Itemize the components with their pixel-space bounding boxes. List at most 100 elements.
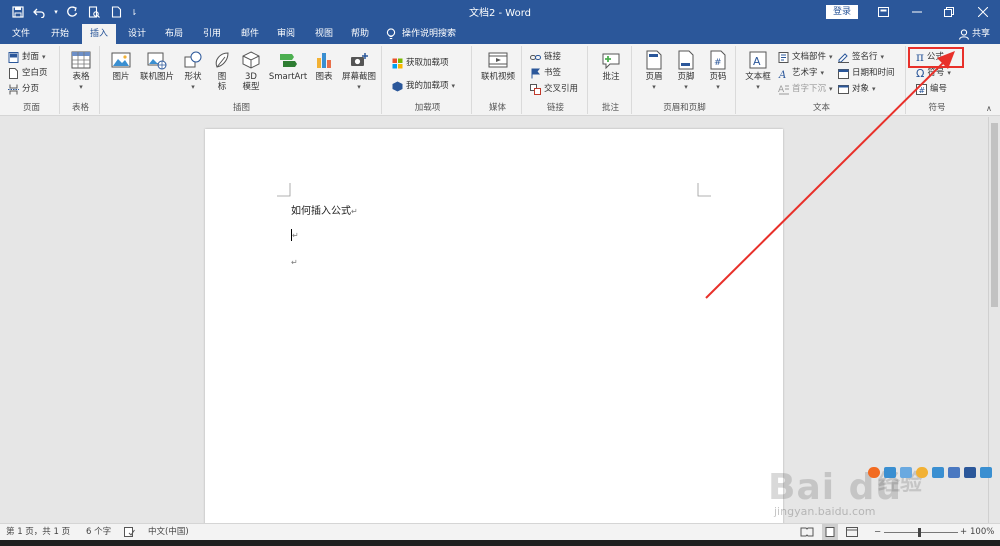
shapes-button[interactable]: 形状 ▾: [180, 48, 206, 92]
tab-insert[interactable]: 插入: [82, 24, 116, 44]
symbol-button[interactable]: Ω 符号 ▾: [916, 66, 951, 81]
minimize-icon[interactable]: [900, 0, 934, 24]
icons-button[interactable]: 图标: [210, 48, 234, 92]
login-button[interactable]: 登录: [826, 5, 858, 19]
numbering-button[interactable]: # 编号: [916, 82, 947, 97]
link-button[interactable]: 链接: [530, 50, 561, 65]
page-break-button[interactable]: 分页: [8, 82, 39, 97]
print-preview-icon[interactable]: [84, 2, 104, 22]
cross-reference-icon: [530, 84, 541, 95]
tab-references[interactable]: 引用: [194, 24, 230, 44]
undo-dropdown-icon[interactable]: ▾: [52, 2, 60, 22]
read-mode-icon[interactable]: [800, 524, 814, 541]
keyboard-icon[interactable]: [948, 466, 960, 478]
scrollbar-thumb[interactable]: [991, 123, 998, 307]
footer-button[interactable]: 页脚 ▾: [672, 48, 700, 92]
proofing-icon[interactable]: [124, 524, 135, 541]
ribbon-display-options-icon[interactable]: [866, 0, 900, 24]
header-button[interactable]: 页眉 ▾: [640, 48, 668, 92]
zoom-slider-thumb[interactable]: [918, 528, 921, 537]
save-icon[interactable]: [8, 2, 28, 22]
close-icon[interactable]: [966, 0, 1000, 24]
web-layout-icon[interactable]: [846, 524, 858, 541]
word-count[interactable]: 6 个字: [86, 524, 111, 541]
online-video-button[interactable]: 联机视频: [478, 48, 518, 82]
get-addins-button[interactable]: 获取加载项: [392, 56, 449, 71]
group-text: A 文本框 ▾ 文档部件 ▾ A 艺术字 ▾ A 首字下沉 ▾ 签名行 ▾ 日期和时间 对…: [738, 46, 906, 114]
new-document-icon[interactable]: [106, 2, 126, 22]
zoom-level[interactable]: 100%: [970, 524, 994, 541]
quick-parts-button[interactable]: 文档部件 ▾: [778, 50, 833, 65]
footer-icon: [676, 50, 696, 70]
vertical-scrollbar[interactable]: [988, 117, 1000, 523]
tab-help[interactable]: 帮助: [342, 24, 378, 44]
restore-icon[interactable]: [932, 0, 966, 24]
text-box-button[interactable]: A 文本框 ▾: [742, 48, 774, 92]
group-label-addins: 加载项: [414, 103, 441, 113]
empty-line[interactable]: ↵: [291, 257, 298, 268]
tab-design[interactable]: 设计: [120, 24, 154, 44]
3d-models-button[interactable]: 3D 模型: [238, 48, 264, 92]
drop-cap-button[interactable]: A 首字下沉 ▾: [778, 82, 833, 97]
tab-review[interactable]: 审阅: [268, 24, 304, 44]
group-media: 联机视频 媒体: [474, 46, 522, 114]
chinese-mode-icon[interactable]: [884, 466, 896, 478]
zoom-out-button[interactable]: −: [874, 524, 881, 541]
redo-icon[interactable]: [62, 2, 82, 22]
calendar-icon: [838, 68, 849, 79]
cursor-line[interactable]: ↵: [291, 229, 299, 241]
quick-parts-icon: [778, 52, 789, 63]
zoom-in-button[interactable]: +: [960, 524, 967, 541]
object-button[interactable]: 对象 ▾: [838, 82, 876, 97]
collapse-ribbon-icon[interactable]: ∧: [986, 104, 992, 113]
language-indicator[interactable]: 中文(中国): [148, 524, 189, 541]
bookmark-button[interactable]: 书签: [530, 66, 561, 81]
header-icon: [644, 50, 664, 70]
zoom-slider[interactable]: [884, 524, 958, 541]
status-bar: 第 1 页，共 1 页 6 个字 中文(中国) − + 100%: [0, 523, 1000, 541]
svg-text:#: #: [714, 58, 722, 68]
lightbulb-icon: [386, 28, 396, 40]
sogou-icon[interactable]: [868, 466, 880, 478]
share-button[interactable]: 共享: [958, 24, 990, 44]
smartart-icon: [278, 50, 298, 70]
blank-page-button[interactable]: 空白页: [8, 66, 48, 81]
cross-reference-button[interactable]: 交叉引用: [530, 82, 578, 97]
tab-file[interactable]: 文件: [4, 24, 38, 44]
video-icon: [488, 50, 508, 70]
page-number-button[interactable]: # 页码 ▾: [704, 48, 732, 92]
online-pictures-button[interactable]: 联机图片: [138, 48, 176, 82]
punctuation-icon[interactable]: [900, 466, 912, 478]
wordart-button[interactable]: A 艺术字 ▾: [778, 66, 824, 81]
cover-page-button[interactable]: 封面 ▾: [8, 50, 46, 65]
floating-toolbar: [868, 465, 992, 479]
date-time-button[interactable]: 日期和时间: [838, 66, 895, 81]
page-count[interactable]: 第 1 页，共 1 页: [6, 524, 70, 541]
group-label-tables: 表格: [71, 103, 89, 113]
pictures-button[interactable]: 图片: [108, 48, 134, 82]
document-page[interactable]: 如何插入公式↵ ↵ ↵: [205, 129, 783, 529]
tab-home[interactable]: 开始: [42, 24, 78, 44]
tab-view[interactable]: 视图: [306, 24, 342, 44]
document-text-line[interactable]: 如何插入公式↵: [291, 202, 358, 217]
paragraph-mark: ↵: [351, 207, 358, 216]
wrench-icon[interactable]: [980, 466, 992, 478]
tell-me-search[interactable]: 操作说明搜索: [386, 24, 478, 44]
emoji-icon[interactable]: [916, 466, 928, 478]
chart-button[interactable]: 图表: [312, 48, 336, 82]
text-box-icon: A: [748, 50, 768, 70]
undo-icon[interactable]: [30, 2, 50, 22]
voice-icon[interactable]: [932, 466, 944, 478]
comment-button[interactable]: 批注: [596, 48, 626, 82]
signature-line-button[interactable]: 签名行 ▾: [838, 50, 884, 65]
table-button[interactable]: 表格 ▾: [66, 48, 96, 92]
print-layout-icon[interactable]: [822, 524, 838, 541]
customize-qat-icon[interactable]: ⇂: [128, 2, 140, 22]
screenshot-button[interactable]: 屏幕截图 ▾: [340, 48, 378, 92]
tab-layout[interactable]: 布局: [156, 24, 192, 44]
group-label-header-footer: 页眉和页脚: [663, 103, 706, 113]
smartart-button[interactable]: SmartArt: [268, 48, 308, 82]
my-addins-button[interactable]: 我的加载项 ▾: [392, 79, 455, 94]
toolbox-icon[interactable]: [964, 466, 976, 478]
tab-mailings[interactable]: 邮件: [232, 24, 268, 44]
